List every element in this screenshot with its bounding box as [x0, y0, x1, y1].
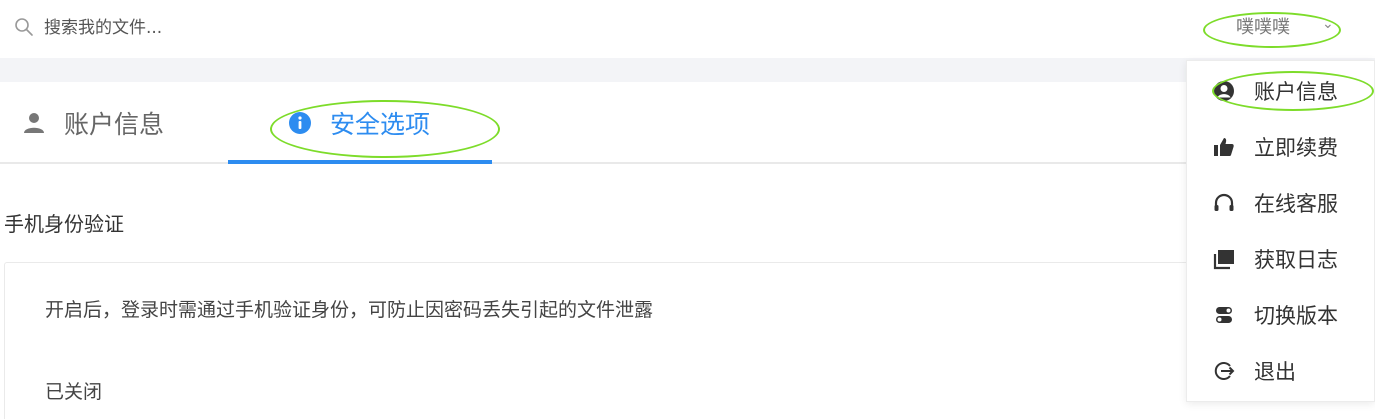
- user-name[interactable]: 噗噗噗: [1236, 13, 1290, 39]
- thumbs-up-icon: [1214, 138, 1234, 156]
- info-icon: [289, 112, 311, 134]
- log-icon: [1213, 250, 1234, 270]
- status-text: 已关闭: [45, 381, 103, 403]
- section-description: 开启后，登录时需通过手机验证身份，可防止因密码丢失引起的文件泄露: [45, 299, 654, 321]
- menu-item-switch-version[interactable]: 切换版本: [1187, 287, 1375, 343]
- phone-verification-card: 开启后，登录时需通过手机验证身份，可防止因密码丢失引起的文件泄露 已关闭: [4, 262, 1375, 419]
- menu-item-label: 退出: [1254, 360, 1296, 384]
- menu-item-label: 获取日志: [1254, 248, 1338, 272]
- header-divider-band: [0, 58, 1375, 82]
- chevron-down-icon[interactable]: ⌄: [1322, 16, 1334, 32]
- user-dropdown-menu: 账户信息 立即续费 在线客服 获取日志 切换版本 退出: [1186, 60, 1375, 402]
- menu-item-label: 立即续费: [1254, 136, 1338, 160]
- tab-label: 账户信息: [64, 110, 165, 139]
- menu-item-label: 账户信息: [1254, 80, 1338, 104]
- tab-label: 安全选项: [330, 110, 431, 139]
- menu-item-renew[interactable]: 立即续费: [1187, 119, 1375, 175]
- user-icon: [24, 113, 44, 133]
- user-circle-icon: [1214, 81, 1234, 101]
- headset-icon: [1214, 193, 1234, 211]
- tab-bar: 账户信息 安全选项: [0, 82, 1375, 164]
- menu-item-label: 在线客服: [1254, 192, 1338, 216]
- menu-item-get-logs[interactable]: 获取日志: [1187, 231, 1375, 287]
- toggle-icon: [1216, 307, 1232, 323]
- active-tab-indicator: [228, 160, 492, 164]
- logout-icon: [1214, 362, 1235, 380]
- search-input[interactable]: [44, 14, 544, 42]
- menu-item-logout[interactable]: 退出: [1187, 343, 1375, 399]
- section-title: 手机身份验证: [4, 212, 124, 236]
- menu-item-label: 切换版本: [1254, 304, 1338, 328]
- menu-item-account-info[interactable]: 账户信息: [1187, 63, 1375, 119]
- tab-security-options[interactable]: 安全选项: [288, 82, 430, 164]
- top-header: 噗噗噗 ⌄: [0, 0, 1375, 58]
- search-icon[interactable]: [14, 17, 34, 37]
- tab-account-info[interactable]: 账户信息: [22, 82, 164, 164]
- menu-item-support[interactable]: 在线客服: [1187, 175, 1375, 231]
